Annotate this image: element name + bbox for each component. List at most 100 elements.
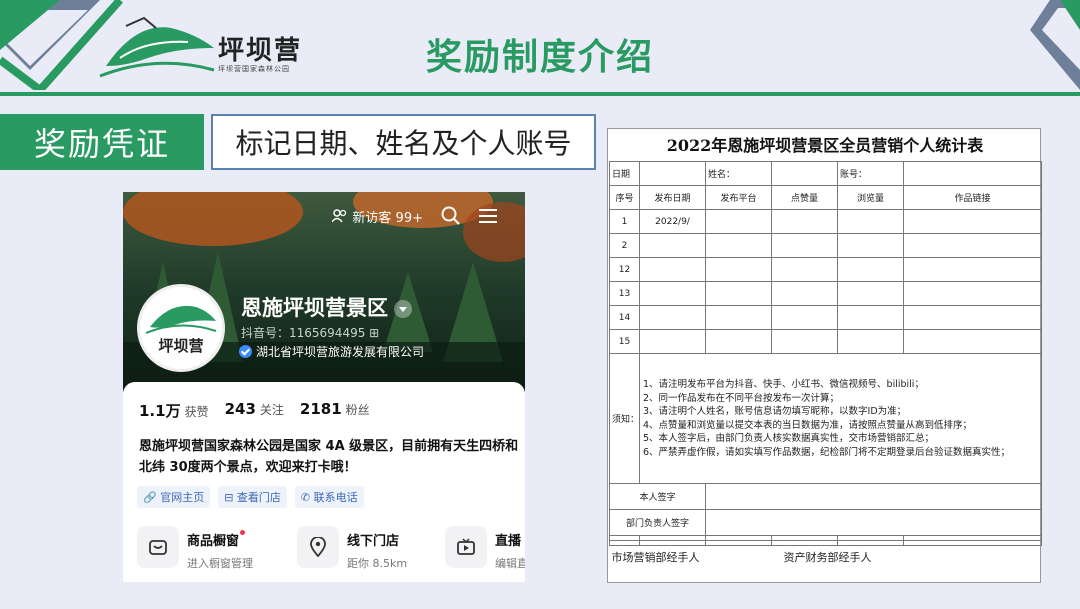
shop-window-icon: [137, 526, 179, 568]
live-tv-icon: [445, 526, 487, 568]
cell[interactable]: [903, 209, 1042, 234]
cell[interactable]: [903, 257, 1042, 282]
table-row: 15: [609, 329, 1042, 354]
notes-content: 1、请注明发布平台为抖音、快手、小红书、微信视频号、bilibili； 2、同一…: [639, 353, 1042, 484]
service-live[interactable]: 直播 编辑直: [445, 526, 525, 571]
form-table: 日期 姓名： 账号： 序号 发布日期 发布平台 点赞量 浏览量 作品链接 1 20…: [609, 161, 1042, 568]
cell[interactable]: [837, 281, 904, 306]
table-row: 12: [609, 257, 1042, 282]
table-row: 1 2022/9/: [609, 209, 1042, 234]
signature-row: 本人签字: [609, 483, 1042, 510]
visitors-icon: [332, 209, 347, 223]
avatar[interactable]: 坪坝营: [137, 284, 225, 372]
sign-self-field[interactable]: [705, 483, 1042, 510]
cell-publish-date[interactable]: [639, 257, 706, 282]
profile-description: 恩施坪坝营国家森林公园是国家 4A 级景区，目前拥有天生四桥和北纬 30度两个景…: [139, 439, 519, 475]
link-contact-phone[interactable]: ✆ 联系电话: [294, 486, 364, 508]
note-item: 5、本人签字后，由部门负责人核实数据真实性，交市场营销部汇总；: [643, 433, 935, 444]
cell-name-value[interactable]: [771, 161, 838, 186]
stat-likes[interactable]: 1.1万 获赞: [139, 400, 209, 421]
cell[interactable]: [903, 281, 1042, 306]
service-subtitle: 编辑直: [495, 557, 525, 570]
cell-account-label: 账号：: [837, 161, 904, 186]
sign-head-field[interactable]: [705, 509, 1042, 536]
service-offline-store[interactable]: 线下门店 距你 8.5km: [297, 526, 407, 571]
cell[interactable]: [771, 329, 838, 354]
cell[interactable]: [705, 257, 772, 282]
cell-publish-date[interactable]: [639, 329, 706, 354]
cell[interactable]: [771, 281, 838, 306]
table-row: 14: [609, 305, 1042, 330]
service-shop-window[interactable]: 商品橱窗 进入橱窗管理: [137, 526, 253, 571]
menu-icon[interactable]: [479, 208, 497, 224]
logo-subtitle: 坪坝营国家森林公园: [218, 65, 290, 73]
section-tag: 奖励凭证: [0, 114, 204, 170]
profile-stats: 1.1万 获赞 243 关注 2181 粉丝: [139, 400, 370, 421]
search-icon[interactable]: [441, 206, 461, 226]
signature-row: 部门负责人签字: [609, 509, 1042, 536]
column-header: 作品链接: [903, 185, 1042, 210]
service-title: 线下门店: [347, 534, 400, 549]
row-number: 2: [609, 233, 640, 258]
cell[interactable]: [771, 305, 838, 330]
note-item: 3、请注明个人姓名，账号信息请勿填写昵称，以数字ID为准；: [643, 406, 907, 417]
cell[interactable]: [705, 233, 772, 258]
cell[interactable]: [771, 209, 838, 234]
row-number: 1: [609, 209, 640, 234]
table-row: 13: [609, 281, 1042, 306]
corner-decoration-right: [1030, 0, 1080, 90]
cell[interactable]: [705, 305, 772, 330]
cell[interactable]: [705, 281, 772, 306]
avatar-text: 坪坝营: [158, 337, 203, 355]
location-pin-icon: [297, 526, 339, 568]
cell[interactable]: [837, 329, 904, 354]
cell[interactable]: [837, 209, 904, 234]
cell[interactable]: [705, 329, 772, 354]
notes-label: 须知：: [609, 353, 640, 484]
cell[interactable]: [771, 257, 838, 282]
stat-followers[interactable]: 2181 粉丝: [300, 400, 370, 421]
cell[interactable]: [903, 233, 1042, 258]
cell-publish-date[interactable]: 2022/9/: [639, 209, 706, 234]
form-title: 2022年恩施坪坝营景区全员营销个人统计表: [666, 136, 984, 155]
column-header: 点赞量: [771, 185, 838, 210]
cell[interactable]: [903, 329, 1042, 354]
link-view-store[interactable]: ⊟ 查看门店: [218, 486, 287, 508]
cell[interactable]: [705, 209, 772, 234]
table-row: 日期 姓名： 账号：: [609, 161, 1042, 186]
visitors-label: 新访客 99+: [352, 210, 423, 226]
note-item: 6、严禁弄虚作假，请如实填写作品数据，纪检部门将不定期登录后台验证数据真实性；: [643, 446, 1011, 458]
cell-publish-date[interactable]: [639, 233, 706, 258]
note-item: 2、同一作品发布在不同平台按发布一次计算；: [643, 392, 840, 404]
row-number: 12: [609, 257, 640, 282]
footer-finance-handler: 资产财务部经手人: [783, 550, 872, 564]
verified-company: 湖北省坪坝营旅游发展有限公司: [256, 345, 425, 359]
profile-name-text: 恩施坪坝营景区: [241, 296, 388, 320]
cell-date-value[interactable]: [639, 161, 706, 186]
avatar-logo-icon: 坪坝营: [145, 305, 217, 355]
footer-marketing-handler: 市场营销部经手人: [611, 550, 700, 564]
cell-name-label: 姓名：: [705, 161, 772, 186]
cell-publish-date[interactable]: [639, 305, 706, 330]
service-subtitle: 进入橱窗管理: [187, 557, 253, 570]
notification-dot: [240, 530, 246, 535]
stat-following[interactable]: 243 关注: [225, 400, 284, 421]
visitors-button[interactable]: 新访客 99+: [332, 207, 423, 226]
cell[interactable]: [903, 305, 1042, 330]
cell[interactable]: [837, 305, 904, 330]
table-header-row: 序号 发布日期 发布平台 点赞量 浏览量 作品链接: [609, 185, 1042, 210]
sign-self-label: 本人签字: [609, 483, 706, 510]
logo-name: 坪坝营: [218, 36, 303, 66]
column-header: 序号: [609, 185, 640, 210]
cell[interactable]: [837, 257, 904, 282]
row-number: 15: [609, 329, 640, 354]
cell-publish-date[interactable]: [639, 281, 706, 306]
account-id: 抖音号：1165694495 ⊞: [241, 326, 380, 340]
profile-toolbar: 新访客 99+: [332, 206, 497, 226]
link-official-site[interactable]: 🔗 官网主页: [137, 486, 211, 508]
table-row: 2: [609, 233, 1042, 258]
cell[interactable]: [771, 233, 838, 258]
cell-account-value[interactable]: [903, 161, 1042, 186]
chevron-down-icon[interactable]: [394, 300, 412, 318]
cell[interactable]: [837, 233, 904, 258]
